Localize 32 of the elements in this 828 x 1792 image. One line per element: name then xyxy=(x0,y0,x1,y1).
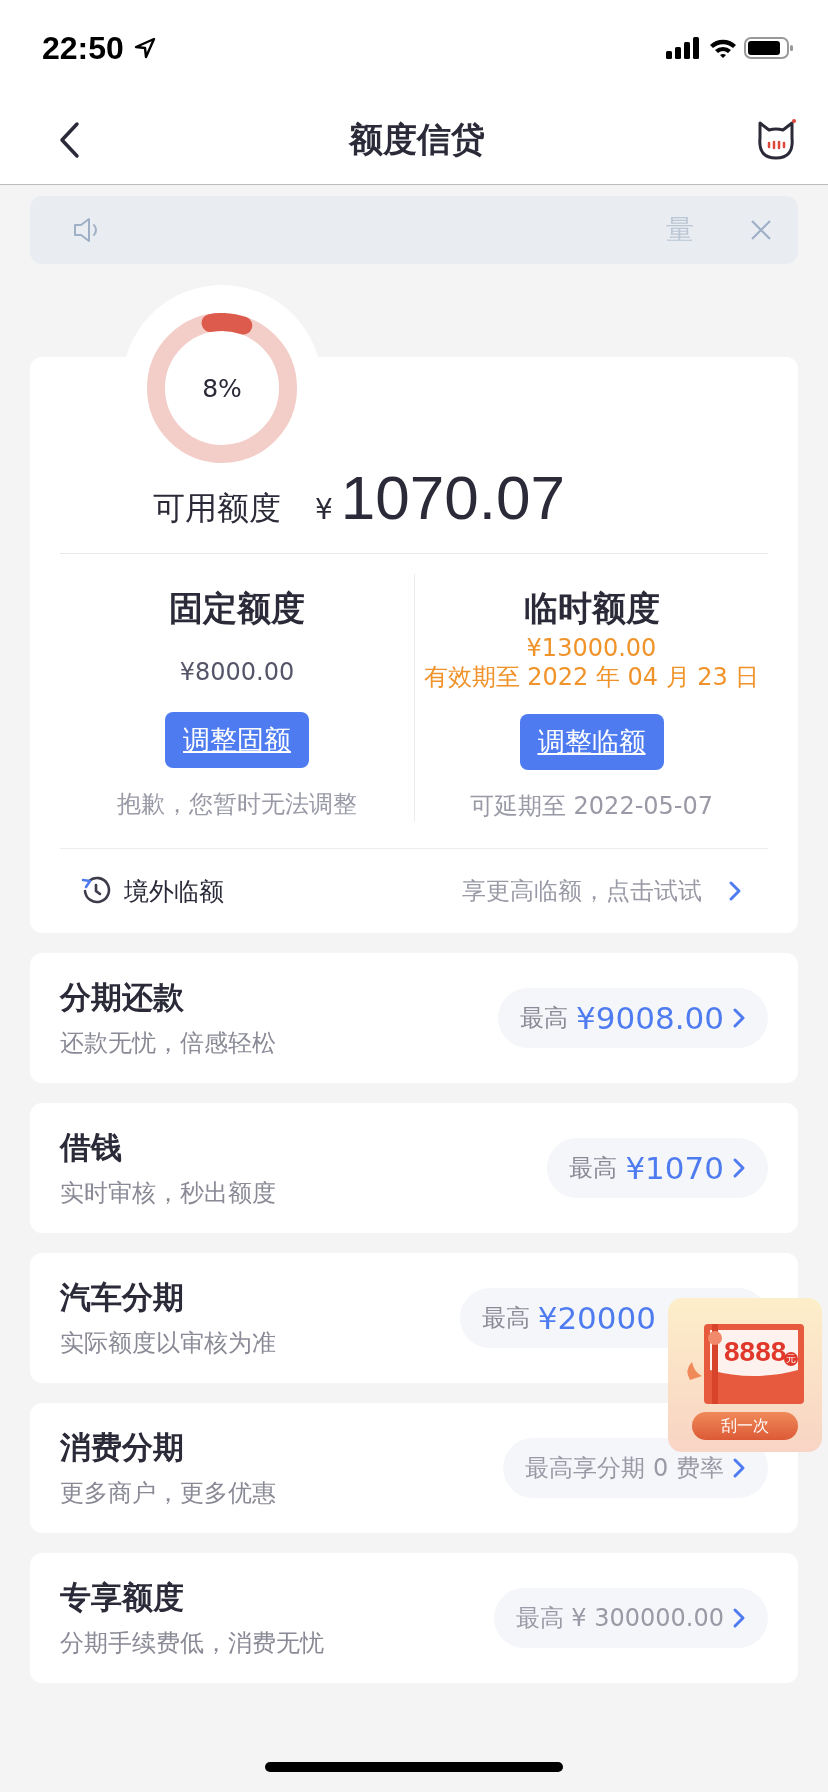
pill-text: 最高享分期 0 费率 xyxy=(525,1453,724,1484)
product-title: 消费分期 xyxy=(60,1428,185,1467)
product-subtitle: 实时审核，秒出额度 xyxy=(60,1178,276,1209)
limit-amount: ¥13000.00 xyxy=(526,634,657,663)
limit-amount: ¥8000.00 xyxy=(179,657,295,687)
limit-title: 临时额度 xyxy=(523,587,660,630)
limit-title: 固定额度 xyxy=(169,587,305,630)
limit-note: 抱歉，您暂时无法调整 xyxy=(117,789,357,820)
product-title: 汽车分期 xyxy=(60,1278,185,1317)
pill-amount: ¥20000 xyxy=(537,1300,656,1336)
product-subtitle: 实际额度以审核为准 xyxy=(60,1328,276,1359)
product-subtitle: 分期手续费低，消费无忧 xyxy=(60,1628,324,1659)
product-title: 借钱 xyxy=(60,1128,123,1167)
product-subtitle: 更多商户，更多优惠 xyxy=(60,1478,276,1509)
usage-percent: 8% xyxy=(202,375,242,401)
available-amount: 1070.07 xyxy=(340,467,565,529)
product-subtitle: 还款无忧，倍感轻松 xyxy=(60,1028,276,1059)
available-label: 可用额度 xyxy=(153,488,281,529)
pill-prefix: 最高 xyxy=(569,1153,618,1184)
product-title: 专享额度 xyxy=(60,1578,185,1617)
page-title: 额度信贷 xyxy=(349,118,485,161)
pill-prefix: 最高 xyxy=(520,1003,569,1034)
pill-amount: ¥9008.00 xyxy=(576,1000,724,1036)
status-time: 22:50 xyxy=(42,29,124,67)
limit-amount: 有效期至 2022 年 04 月 23 日 xyxy=(423,663,760,692)
prize-unit: 元 xyxy=(784,1352,798,1366)
pill-prefix: 最高 xyxy=(481,1303,530,1334)
pill-text: 最高 ¥ 300000.00 xyxy=(515,1603,724,1634)
currency-sign: ¥ xyxy=(315,493,333,526)
limit-note: 可延期至 2022-05-07 xyxy=(469,791,714,822)
product-title: 分期还款 xyxy=(60,978,185,1017)
pill-amount: ¥1070 xyxy=(625,1150,724,1186)
